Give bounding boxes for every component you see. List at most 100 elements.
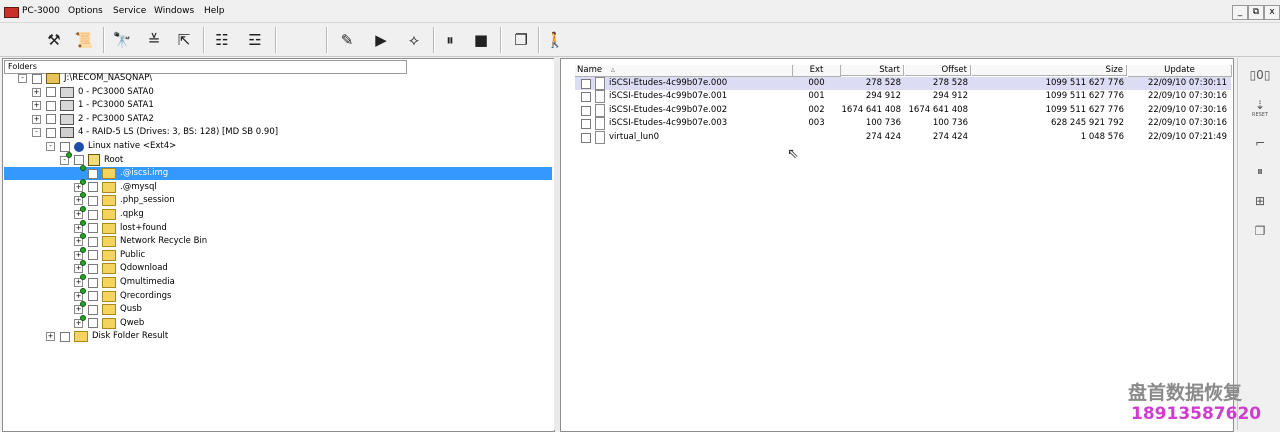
sort-icon[interactable]: ≚	[142, 29, 166, 51]
file-row[interactable]: iSCSI-Etudes-4c99b07e.001 001 294 912 294 9…	[575, 90, 1231, 104]
file-cell-size: 1 048 576	[1080, 131, 1124, 142]
play-icon[interactable]: ▶	[369, 29, 393, 51]
tree-item[interactable]: +2 - PC3000 SATA2	[4, 113, 154, 126]
tree-checkbox[interactable]	[88, 291, 98, 302]
tree-item[interactable]: + .qpkg	[4, 208, 144, 221]
menu-help[interactable]: Help	[204, 6, 225, 16]
tree-checkbox[interactable]	[88, 277, 98, 288]
tree-item[interactable]: + Public	[4, 249, 145, 262]
tree-checkbox[interactable]	[88, 223, 98, 234]
file-cell-name: iSCSI-Etudes-4c99b07e.003	[609, 118, 728, 129]
file-row[interactable]: virtual_lun0 274 424 274 424 1 048 576 22/09…	[575, 130, 1231, 144]
tree-item[interactable]: + .php_session	[4, 194, 175, 207]
tree-item[interactable]: - J:\RECOM_NASQNAP\	[4, 72, 152, 85]
tree-node-dot-icon	[80, 314, 86, 321]
collapse-icon[interactable]: -	[18, 74, 27, 83]
edit-doc-icon[interactable]: ✎	[335, 29, 359, 51]
tree-checkbox[interactable]	[88, 182, 98, 193]
tree-item[interactable]: + Qusb	[4, 303, 142, 316]
column-header-start[interactable]: Start	[841, 65, 904, 76]
exit-icon[interactable]: 🚶	[543, 29, 567, 51]
tree-item[interactable]: +1 - PC3000 SATA1	[4, 99, 154, 112]
expand-icon[interactable]: +	[32, 101, 41, 111]
copy-side-icon[interactable]: ❐	[1248, 224, 1272, 244]
tree-checkbox[interactable]	[88, 168, 98, 179]
folder-icon	[102, 236, 116, 248]
tree-item[interactable]: +0 - PC3000 SATA0	[4, 86, 154, 99]
file-row[interactable]: iSCSI-Etudes-4c99b07e.002 002 1674 641 408…	[575, 103, 1231, 117]
tree-item-label: .@iscsi.img	[120, 168, 169, 179]
tree-checkbox[interactable]	[88, 195, 98, 206]
tree-item[interactable]: - Linux native <Ext4>	[4, 140, 176, 153]
tree-item[interactable]: + Network Recycle Bin	[4, 235, 207, 248]
menu-service[interactable]: Service	[113, 6, 146, 16]
expand-icon[interactable]: +	[32, 114, 41, 124]
tree-item[interactable]: + Qweb	[4, 317, 144, 330]
expand-icon[interactable]: +	[46, 332, 55, 342]
tree-item[interactable]: + Qmultimedia	[4, 276, 175, 289]
tree-item-selected[interactable]: .@iscsi.img	[4, 167, 552, 181]
tree-list-icon[interactable]: ☷	[210, 29, 234, 51]
tree-checkbox[interactable]	[46, 114, 56, 125]
menu-windows[interactable]: Windows	[154, 6, 194, 16]
file-checkbox[interactable]	[581, 79, 591, 89]
expand-icon[interactable]: +	[32, 87, 41, 97]
file-checkbox[interactable]	[581, 92, 591, 103]
stop-icon[interactable]: ■	[469, 29, 493, 51]
windows-icon[interactable]: ❐	[509, 29, 533, 51]
tree-item-label: Disk Folder Result	[92, 331, 169, 342]
tree-checkbox[interactable]	[88, 304, 98, 315]
binoculars-icon[interactable]: 🔭	[110, 29, 134, 51]
drive-status-icon[interactable]: ▯0▯	[1248, 68, 1272, 88]
tree-checkbox[interactable]	[88, 236, 98, 247]
tree-checkbox[interactable]	[46, 127, 56, 138]
tree-checkbox[interactable]	[88, 209, 98, 220]
tree-item-label: Network Recycle Bin	[120, 236, 208, 247]
tree-checkbox[interactable]	[46, 100, 56, 111]
pause-icon[interactable]: ⏸	[438, 29, 462, 51]
folder-tree: - J:\RECOM_NASQNAP\ +0 - PC3000 SATA0 +1 - …	[4, 72, 553, 352]
bus-icon[interactable]: ⊞	[1248, 194, 1272, 214]
tree-copy-icon[interactable]: ☲	[243, 29, 267, 51]
tree-checkbox[interactable]	[60, 141, 70, 152]
disk-icon	[60, 100, 74, 112]
folder-icon	[102, 168, 116, 180]
collapse-icon[interactable]: -	[32, 128, 41, 138]
minimize-button[interactable]: _	[1232, 5, 1248, 20]
file-checkbox[interactable]	[581, 132, 591, 143]
close-button[interactable]: x	[1264, 5, 1280, 20]
tools-icon[interactable]: ⚒	[42, 29, 66, 51]
branch-icon[interactable]: ⌐	[1248, 136, 1272, 156]
pause-side-icon[interactable]: ⏸	[1248, 164, 1272, 184]
tree-checkbox[interactable]	[32, 73, 42, 84]
tree-checkbox[interactable]	[88, 263, 98, 274]
tree-item[interactable]: - Root	[4, 154, 123, 167]
column-header-size[interactable]: Size	[972, 65, 1127, 76]
tree-item[interactable]: + Disk Folder Result	[4, 330, 168, 343]
tree-checkbox[interactable]	[88, 318, 98, 329]
tree-checkbox[interactable]	[46, 87, 56, 98]
column-header-update[interactable]: Update	[1128, 65, 1232, 77]
column-header-offset[interactable]: Offset	[905, 65, 971, 76]
tree-item[interactable]: + Qrecordings	[4, 290, 171, 303]
tree-checkbox[interactable]	[88, 250, 98, 261]
tree-item-label: Qweb	[120, 317, 145, 328]
file-row[interactable]: iSCSI-Etudes-4c99b07e.003 003 100 736 100 7…	[575, 117, 1231, 131]
file-cell-ext: 000	[808, 78, 825, 88]
network-icon[interactable]: ⟡	[402, 29, 426, 51]
restore-button[interactable]: ⧉	[1248, 5, 1264, 20]
menu-options[interactable]: Options	[68, 6, 103, 16]
file-checkbox[interactable]	[581, 119, 591, 130]
tree-checkbox[interactable]	[74, 155, 84, 166]
collapse-icon[interactable]: -	[46, 142, 55, 151]
tree-item[interactable]: - 4 - RAID-5 LS (Drives: 3, BS: 128) [MD …	[4, 126, 278, 139]
file-checkbox[interactable]	[581, 105, 591, 116]
file-row[interactable]: iSCSI-Etudes-4c99b07e.000 000 278 528 278 5…	[575, 77, 1231, 90]
tree-item[interactable]: + Qdownload	[4, 262, 168, 275]
column-header-name[interactable]: Name ▵	[575, 65, 793, 77]
export-icon[interactable]: ⇱	[172, 29, 196, 51]
reset-icon[interactable]: ⇣ RESET	[1248, 98, 1272, 118]
column-header-ext[interactable]: Ext	[793, 65, 841, 77]
scroll-icon[interactable]: 📜	[72, 29, 96, 51]
tree-checkbox[interactable]	[60, 331, 70, 342]
